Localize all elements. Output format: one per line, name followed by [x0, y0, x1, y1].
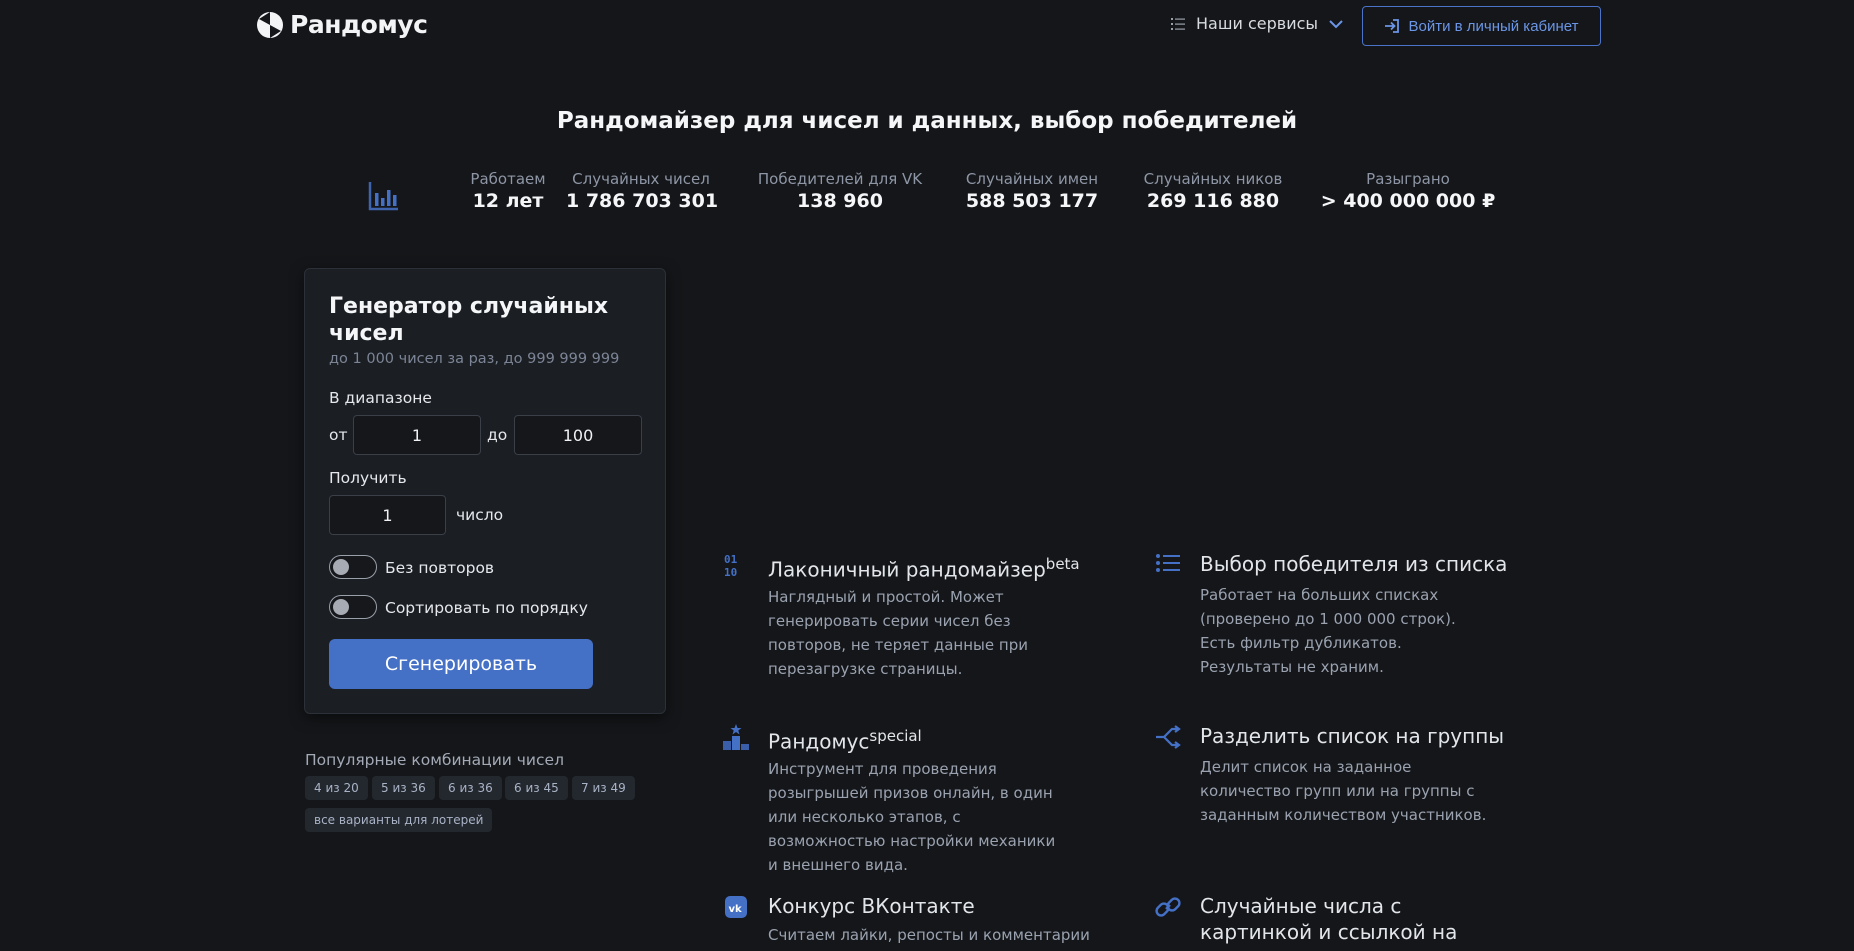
sort-toggle[interactable] [329, 595, 377, 619]
from-label: от [329, 426, 348, 444]
stat-label: Случайных чисел [572, 170, 710, 188]
toggle-knob [333, 559, 349, 575]
stat-label: Случайных ников [1143, 170, 1283, 188]
login-label: Войти в личный кабинет [1408, 17, 1579, 35]
list-icon [1156, 554, 1180, 572]
stat-random-names: Случайных имен 588 503 177 [958, 170, 1106, 212]
svg-text:10: 10 [724, 566, 737, 579]
stat-value: 588 503 177 [965, 190, 1099, 212]
feature-desc: Считаем лайки, репосты и комментарии [768, 926, 1090, 944]
stat-value: 12 лет [472, 190, 544, 212]
to-input[interactable] [514, 415, 642, 455]
logo-icon [257, 11, 283, 38]
logo-text: Рандомус [290, 10, 428, 39]
chip-5-of-36[interactable]: 5 из 36 [372, 776, 435, 800]
no-repeat-label: Без повторов [385, 559, 495, 577]
feature-title: Разделить список на группы [1200, 724, 1505, 748]
link-icon [1155, 897, 1181, 917]
chip-4-of-20[interactable]: 4 из 20 [305, 776, 368, 800]
vk-icon: vk [725, 896, 747, 918]
feature-title: Случайные числа с картинкой и ссылкой на… [1200, 894, 1458, 951]
header: Рандомус Наши сервисы Войти в личный каб… [0, 0, 1854, 52]
stat-years: Работаем 12 лет [443, 170, 573, 212]
stat-label: Разыграно [1366, 170, 1450, 188]
stats-chart-icon [368, 182, 398, 211]
binary-icon: 01 10 [724, 553, 738, 579]
chip-7-of-49[interactable]: 7 из 49 [572, 776, 635, 800]
range-label: В диапазоне [329, 389, 432, 407]
svg-text:vk: vk [729, 904, 743, 915]
login-icon [1385, 19, 1400, 33]
chip-6-of-36[interactable]: 6 из 36 [439, 776, 502, 800]
toggle-knob [333, 599, 349, 615]
split-icon [1156, 725, 1181, 749]
services-menu[interactable]: Наши сервисы [1170, 14, 1344, 33]
stat-label: Работаем [470, 170, 546, 188]
no-repeat-toggle[interactable] [329, 555, 377, 579]
list-icon [1171, 17, 1185, 30]
stat-label: Победителей для VK [757, 170, 923, 188]
feature-desc: Наглядный и простой. Может генерировать … [768, 588, 1028, 678]
stat-value: 138 960 [797, 190, 883, 212]
services-label: Наши сервисы [1196, 14, 1319, 33]
stat-value: 269 116 880 [1146, 190, 1280, 212]
feature-title: Лаконичный рандомайзерbeta [768, 555, 1080, 582]
stat-label: Случайных имен [965, 170, 1099, 188]
feature-random-with-image[interactable]: Случайные числа с картинкой и ссылкой на… [1154, 893, 1514, 951]
generator-card: Генератор случайных чисел до 1 000 чисел… [304, 268, 666, 714]
chip-6-of-45[interactable]: 6 из 45 [505, 776, 568, 800]
to-label: до [487, 426, 508, 444]
chip-all-lotteries[interactable]: все варианты для лотерей [305, 808, 493, 832]
svg-text:01: 01 [724, 553, 738, 566]
stat-vk-winners: Победителей для VK 138 960 [754, 170, 926, 212]
feature-winner-list[interactable]: Выбор победителя из списка Работает на б… [1154, 551, 1514, 691]
stat-value: 1 786 703 301 [566, 190, 719, 212]
feature-laconic[interactable]: 01 10 Лаконичный рандомайзерbeta Наглядн… [722, 551, 1082, 691]
stat-random-nicks: Случайных ников 269 116 880 [1138, 170, 1288, 212]
feature-desc: Работает на больших списках (проверено д… [1200, 586, 1456, 676]
generate-button[interactable]: Сгенерировать [329, 639, 593, 689]
stat-value: > 400 000 000 ₽ [1320, 190, 1496, 212]
generator-title: Генератор случайных чисел [329, 294, 609, 346]
logo[interactable]: Рандомус [256, 10, 428, 39]
count-input[interactable] [329, 495, 446, 535]
feature-title: Выбор победителя из списка [1200, 552, 1508, 576]
podium-icon [723, 724, 749, 750]
feature-desc: Инструмент для проведения розыгрышей при… [768, 760, 1056, 874]
feature-title: Рандомусspecial [768, 727, 922, 754]
feature-title: Конкурс ВКонтакте [768, 894, 975, 918]
stat-random-numbers: Случайных чисел 1 786 703 301 [566, 170, 719, 212]
login-button[interactable]: Войти в личный кабинет [1362, 6, 1601, 46]
popular-title: Популярные комбинации чисел [305, 751, 564, 769]
sort-label: Сортировать по порядку [385, 599, 588, 617]
feature-randomus-special[interactable]: Рандомусspecial Инструмент для проведени… [722, 723, 1082, 874]
feature-split-groups[interactable]: Разделить список на группы Делит список … [1154, 723, 1514, 863]
from-input[interactable] [353, 415, 481, 455]
stat-prizes: Разыграно > 400 000 000 ₽ [1318, 170, 1498, 212]
chevron-down-icon [1329, 19, 1343, 28]
feature-desc: Делит список на заданное количество груп… [1200, 758, 1487, 824]
page-title: Рандомайзер для чисел и данных, выбор по… [556, 108, 1298, 134]
get-label: Получить [329, 469, 407, 487]
count-unit-label: число [456, 506, 504, 524]
generator-subtitle: до 1 000 чисел за раз, до 999 999 999 [329, 351, 620, 367]
feature-vk-contest[interactable]: vk Конкурс ВКонтакте Считаем лайки, репо… [722, 893, 1090, 951]
